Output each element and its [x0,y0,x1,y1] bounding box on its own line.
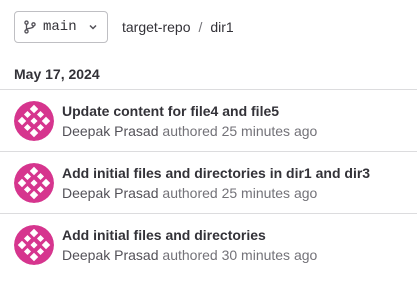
breadcrumb-repo-link[interactable]: target-repo [122,19,190,35]
commit-title-link[interactable]: Add initial files and directories [62,227,317,243]
commit-meta: Deepak Prasad authored 25 minutes ago [62,123,317,139]
commit-author-link[interactable]: Deepak Prasad [62,185,159,201]
commit-time: 25 minutes ago [221,122,318,139]
commit-info: Add initial files and directories in dir… [62,165,370,201]
commit-title-link[interactable]: Add initial files and directories in dir… [62,165,370,181]
commit-info: Add initial files and directories Deepak… [62,227,317,263]
breadcrumb: target-repo / dir1 [122,19,234,35]
branch-icon [23,20,37,34]
branch-name: main [43,19,77,35]
commit-action: authored [162,247,218,263]
breadcrumb-dir-link[interactable]: dir1 [210,19,233,35]
avatar[interactable] [14,100,54,141]
commit-date-header: May 17, 2024 [0,58,417,90]
commit-action: authored [162,122,218,139]
commit-info: Update content for file4 and file5 Deepa… [62,103,317,139]
commit-meta: Deepak Prasad authored 30 minutes ago [62,247,317,263]
commit-time: 25 minutes ago [221,184,318,201]
repo-toolbar: main target-repo / dir1 [14,11,234,43]
chevron-down-icon [87,21,99,33]
commit-title-link[interactable]: Update content for file4 and file5 [62,103,317,119]
commit-row[interactable]: Add initial files and directories Deepak… [0,214,417,276]
commit-row[interactable]: Update content for file4 and file5 Deepa… [0,90,417,152]
branch-selector-button[interactable]: main [14,11,108,43]
breadcrumb-separator: / [198,19,203,35]
commit-action: authored [162,184,218,201]
avatar[interactable] [14,162,54,203]
commit-author-link[interactable]: Deepak Prasad [62,247,159,263]
commit-row[interactable]: Add initial files and directories in dir… [0,152,417,214]
commit-author-link[interactable]: Deepak Prasad [62,123,159,139]
commit-time: 30 minutes ago [221,247,318,263]
commit-list: Update content for file4 and file5 Deepa… [0,90,417,276]
avatar[interactable] [14,225,54,265]
commit-meta: Deepak Prasad authored 25 minutes ago [62,185,370,201]
